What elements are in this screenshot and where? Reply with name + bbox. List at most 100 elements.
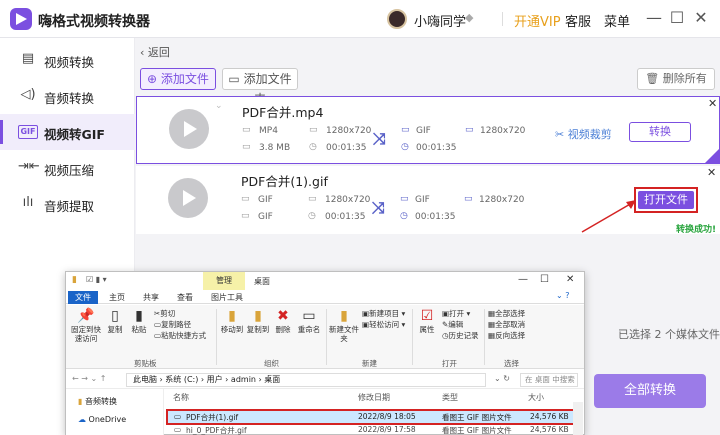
add-file-button[interactable]: ⊕ 添加文件 bbox=[140, 68, 216, 90]
help-icon[interactable]: ⌄ ? bbox=[556, 291, 570, 300]
paste-button[interactable]: ▮ 粘贴 bbox=[128, 307, 150, 334]
move-to-button[interactable]: ▮ 移动到 bbox=[220, 307, 244, 334]
move-to-label: 移动到 bbox=[220, 325, 244, 334]
paste-icon: ▮ bbox=[135, 308, 143, 324]
copy-button[interactable]: ▯ 复制 bbox=[104, 307, 126, 334]
service-button[interactable]: 客服 bbox=[565, 11, 591, 30]
trash-icon: 🗑 bbox=[645, 72, 663, 85]
app-title: 嗨格式视频转换器 bbox=[38, 14, 150, 30]
menu-button[interactable]: 菜单 bbox=[604, 11, 630, 30]
ribbon: 📌 固定到快速访问 ▯ 复制 ▮ 粘贴 ✂剪切 ▭复制路径 ▭粘贴快捷方式 剪贴板 ▮… bbox=[66, 305, 584, 369]
close-icon[interactable]: ✕ bbox=[707, 166, 716, 179]
file-icon: ▭ bbox=[401, 125, 410, 135]
vip-button[interactable]: 开通VIP bbox=[514, 11, 561, 30]
resolution-icon: ▭ bbox=[465, 125, 474, 135]
column-header-name[interactable]: 名称 bbox=[173, 392, 189, 403]
properties-label: 属性 bbox=[419, 325, 435, 334]
tab-manage[interactable]: 管理 bbox=[203, 272, 245, 290]
rename-button[interactable]: ▭ 重命名 bbox=[296, 307, 322, 334]
sidebar-item-video-to-gif[interactable]: GIF 视频转GIF bbox=[0, 114, 135, 150]
delete-button[interactable]: ✖ 删除 bbox=[272, 307, 294, 334]
nav-item-onedrive[interactable]: ☁ OneDrive bbox=[78, 415, 126, 424]
pin-label: 固定到快速访问 bbox=[71, 325, 101, 343]
dst-format: GIF bbox=[416, 126, 431, 136]
tab-picture-tools[interactable]: 图片工具 bbox=[204, 291, 250, 304]
add-folder-button[interactable]: ▭ 添加文件夹 bbox=[222, 68, 298, 106]
select-none-button[interactable]: ▦全部取消 bbox=[488, 320, 525, 330]
sidebar-item-label: 音频提取 bbox=[44, 199, 95, 214]
tab-file[interactable]: 文件 bbox=[68, 291, 98, 304]
properties-button[interactable]: ☑ 属性 bbox=[416, 307, 438, 334]
play-icon[interactable] bbox=[168, 178, 208, 218]
paste-shortcut-button[interactable]: ▭粘贴快捷方式 bbox=[154, 331, 206, 341]
refresh-icon[interactable]: ⌄ ↻ bbox=[494, 374, 510, 383]
minimize-icon[interactable]: — bbox=[645, 9, 663, 27]
invert-label: 反向选择 bbox=[495, 331, 526, 340]
select-all-button[interactable]: ▦全部选择 bbox=[488, 309, 525, 319]
convert-all-button[interactable]: 全部转换 bbox=[594, 374, 706, 408]
tab-view[interactable]: 查看 bbox=[170, 291, 200, 304]
tab-home[interactable]: 主页 bbox=[102, 291, 132, 304]
sidebar-item-label: 音频转换 bbox=[44, 91, 95, 106]
column-header-size[interactable]: 大小 bbox=[528, 392, 544, 403]
open-button[interactable]: ▣打开 ▾ bbox=[442, 309, 470, 319]
search-input[interactable]: 在 桌面 中搜索 bbox=[520, 373, 578, 387]
avatar[interactable] bbox=[387, 9, 407, 29]
quick-access-toolbar[interactable]: ☑ ▮ ▾ bbox=[86, 275, 107, 284]
dst-duration: 00:01:35 bbox=[416, 143, 457, 153]
sidebar-item-label: 视频转GIF bbox=[44, 127, 105, 142]
convert-button[interactable]: 转换 bbox=[629, 122, 691, 142]
sidebar-item-audio-convert[interactable]: ◁) 音频转换 bbox=[0, 78, 135, 114]
clock-icon: ◷ bbox=[309, 142, 317, 152]
table-row[interactable]: ▭ hi_0_PDF合并.gif 2022/8/9 17:58 看图王 GIF … bbox=[168, 424, 580, 435]
easy-access-button[interactable]: ▣轻松访问 ▾ bbox=[362, 320, 405, 330]
cut-button[interactable]: ✂剪切 bbox=[154, 309, 175, 319]
chevron-down-icon[interactable]: ⌄ bbox=[215, 101, 223, 111]
file-explorer-window: ▮ ☑ ▮ ▾ 管理 桌面 — ☐ ✕ 文件 主页 共享 查看 图片工具 ⌄ ?… bbox=[65, 271, 585, 435]
selected-corner-icon bbox=[705, 149, 719, 163]
back-button[interactable]: ‹ 返回 bbox=[140, 44, 170, 60]
copy-path-button[interactable]: ▭复制路径 bbox=[154, 320, 191, 330]
maximize-icon[interactable]: ☐ bbox=[540, 274, 549, 285]
column-header-type[interactable]: 类型 bbox=[442, 392, 458, 403]
close-icon[interactable]: ✕ bbox=[566, 274, 574, 285]
sidebar-item-video-compress[interactable]: ⇥⇤ 视频压缩 bbox=[0, 150, 135, 186]
select-none-label: 全部取消 bbox=[495, 320, 526, 329]
sidebar-item-video-convert[interactable]: ▤ 视频转换 bbox=[0, 42, 135, 78]
minimize-icon[interactable]: — bbox=[518, 274, 528, 285]
edit-label: 编辑 bbox=[448, 320, 464, 329]
column-header-date[interactable]: 修改日期 bbox=[358, 392, 390, 403]
resolution-icon: ▭ bbox=[308, 194, 317, 204]
close-icon[interactable]: ✕ bbox=[692, 9, 710, 27]
close-icon[interactable]: ✕ bbox=[708, 97, 717, 110]
pin-quick-access-button[interactable]: 📌 固定到快速访问 bbox=[70, 307, 102, 343]
delete-all-button[interactable]: 🗑 删除所有 bbox=[637, 68, 715, 90]
user-dropdown-icon[interactable]: ◆ bbox=[465, 11, 473, 24]
copy-to-icon: ▮ bbox=[254, 308, 262, 324]
file-card[interactable]: ⌄ PDF合并.mp4 ▭ MP4 ▭ 1280x720 ▭ 3.8 MB ◷ … bbox=[136, 96, 720, 164]
file-icon: ▭ bbox=[242, 125, 251, 135]
file-name: PDF合并.mp4 bbox=[242, 105, 324, 120]
copy-to-button[interactable]: ▮ 复制到 bbox=[246, 307, 270, 334]
play-icon[interactable] bbox=[169, 109, 209, 149]
table-row[interactable]: ▭ PDF合并(1).gif 2022/8/9 18:05 看图王 GIF 图片… bbox=[166, 409, 582, 425]
user-name[interactable]: 小嗨同学 bbox=[414, 11, 466, 30]
sidebar-item-audio-extract[interactable]: ılı 音频提取 bbox=[0, 186, 135, 222]
history-button[interactable]: ◷历史记录 bbox=[442, 331, 479, 341]
nav-arrows-icon[interactable]: ← → ⌄ ↑ bbox=[72, 374, 106, 383]
file-name-cell: PDF合并(1).gif bbox=[186, 413, 239, 422]
edit-button[interactable]: ✎编辑 bbox=[442, 320, 463, 330]
nav-item-audio-convert[interactable]: ▮ 音频转换 bbox=[78, 396, 117, 407]
scrollbar[interactable] bbox=[573, 402, 583, 435]
open-file-button[interactable]: 打开文件 bbox=[634, 187, 698, 213]
maximize-icon[interactable]: ☐ bbox=[668, 9, 686, 27]
sidebar-item-label: 视频转换 bbox=[44, 55, 95, 70]
crop-button[interactable]: ✂ 视频裁剪 bbox=[555, 126, 612, 142]
breadcrumb[interactable]: 此电脑 › 系统 (C:) › 用户 › admin › 桌面 bbox=[126, 373, 486, 387]
new-item-button[interactable]: ▣新建项目 ▾ bbox=[362, 309, 405, 319]
add-file-label: 添加文件 bbox=[160, 72, 209, 86]
new-folder-button[interactable]: ▮ 新建文件夹 bbox=[328, 307, 360, 343]
crop-label: 视频裁剪 bbox=[567, 128, 612, 141]
tab-share[interactable]: 共享 bbox=[136, 291, 166, 304]
invert-selection-button[interactable]: ▦反向选择 bbox=[488, 331, 525, 341]
